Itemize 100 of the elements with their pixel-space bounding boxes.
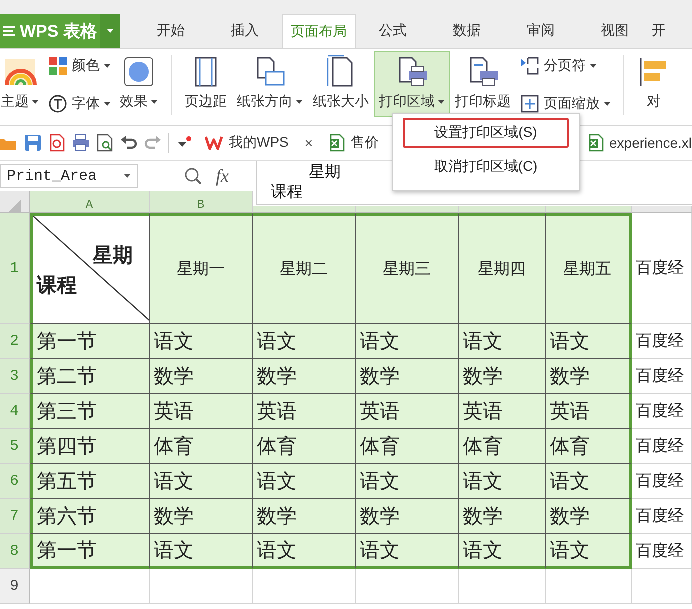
color-grid-icon <box>48 56 68 76</box>
table-cell: 星期三 <box>356 213 459 324</box>
table-cell: 英语 <box>546 394 632 429</box>
ribbon-button[interactable]: 页边距 <box>180 51 232 117</box>
table-cell: 星期五 <box>546 213 632 324</box>
app-logo-icon <box>2 24 16 38</box>
ribbon-tab[interactable]: 数据 <box>430 14 504 48</box>
table-cell: 体育 <box>546 429 632 464</box>
document-tab[interactable]: 我的WPS <box>199 129 295 157</box>
table-cell: 数学 <box>356 499 459 534</box>
table-cell: 百度经 <box>632 499 692 534</box>
table-cell: 数学 <box>253 499 356 534</box>
table-cell: 英语 <box>150 394 253 429</box>
ribbon-button[interactable]: 纸张大小 <box>308 51 374 117</box>
ribbon-tab[interactable]: 开 <box>652 14 674 48</box>
table-cell: 语文 <box>546 534 632 569</box>
table-cell: 数学 <box>150 499 253 534</box>
table-cell: 语文 <box>253 534 356 569</box>
ribbon-button[interactable]: 颜色 <box>46 54 113 78</box>
table-cell: 百度经 <box>632 534 692 569</box>
table-cell: 体育 <box>253 429 356 464</box>
w-logo-icon <box>205 135 223 151</box>
table-cell: 数学 <box>356 359 459 394</box>
table-cell: 百度经 <box>632 464 692 499</box>
table-cell: 第六节 <box>30 499 150 534</box>
table-cell: 语文 <box>150 324 253 359</box>
table-cell: 星期二 <box>253 213 356 324</box>
menu-item[interactable]: 设置打印区域(S) <box>403 118 569 148</box>
pdf-export-icon[interactable] <box>48 134 66 152</box>
table-cell: 语文 <box>253 324 356 359</box>
table-cell: 数学 <box>253 359 356 394</box>
spreadsheet-file-icon <box>329 134 346 152</box>
page-break-icon <box>520 56 540 76</box>
font-circle-icon <box>48 94 68 114</box>
ribbon-tab[interactable]: 审阅 <box>504 14 578 48</box>
formula-line: 星期 <box>308 163 341 183</box>
ribbon-button[interactable]: 主题 <box>0 51 44 117</box>
table-cell: 数学 <box>459 499 546 534</box>
table-cell: 语文 <box>356 534 459 569</box>
table-cell: 第一节 <box>30 534 150 569</box>
menu-item[interactable]: 取消打印区域(C) <box>403 152 569 182</box>
table-cell: 语文 <box>459 464 546 499</box>
document-tab[interactable]: experience.xl <box>582 129 692 157</box>
column-header[interactable]: A <box>30 191 150 213</box>
function-button[interactable]: fx <box>216 166 229 186</box>
spreadsheet-file-icon <box>588 134 604 152</box>
table-cell: 百度经 <box>632 213 692 324</box>
table-cell: 语文 <box>459 324 546 359</box>
table-cell: 语文 <box>356 324 459 359</box>
ribbon-tab[interactable]: 公式 <box>356 14 430 48</box>
table-cell: 百度经 <box>632 359 692 394</box>
print-preview-icon[interactable] <box>96 134 114 152</box>
table-cell: 第五节 <box>30 464 150 499</box>
name-box[interactable]: Print_Area <box>0 164 138 188</box>
table-cell: 语文 <box>150 534 253 569</box>
row-header[interactable]: 9 <box>0 569 30 604</box>
undo-icon[interactable] <box>120 134 138 152</box>
table-cell: 语文 <box>253 464 356 499</box>
table-cell: 语文 <box>150 464 253 499</box>
table-cell: 英语 <box>459 394 546 429</box>
ribbon-button[interactable]: 分页符 <box>518 54 613 78</box>
table-cell: 语文 <box>459 534 546 569</box>
column-header[interactable]: B <box>150 191 253 213</box>
ribbon-button[interactable]: 字体 <box>46 92 113 116</box>
table-cell: 数学 <box>150 359 253 394</box>
table-cell: 数学 <box>546 499 632 534</box>
table-cell-text: 课程 <box>37 274 77 299</box>
table-cell: 英语 <box>356 394 459 429</box>
table-cell: 百度经 <box>632 324 692 359</box>
document-tab[interactable]: 售价 <box>323 129 386 157</box>
table-cell: 百度经 <box>632 429 692 464</box>
ribbon-button[interactable]: 效果 <box>115 51 163 117</box>
table-cell: 星期四 <box>459 213 546 324</box>
table-cell: 第四节 <box>30 429 150 464</box>
caret-icon <box>106 29 114 33</box>
ribbon-tab[interactable]: 页面布局 <box>282 14 356 48</box>
save-icon[interactable] <box>24 134 42 152</box>
ribbon-button[interactable]: 对 <box>632 51 676 117</box>
circle-effect-icon <box>122 55 156 89</box>
ribbon-tab[interactable]: 插入 <box>208 14 282 48</box>
ribbon-button[interactable]: 打印区域 <box>374 51 450 117</box>
table-cell: 语文 <box>356 464 459 499</box>
formula-line: 课程 <box>271 183 303 203</box>
ribbon-tab[interactable]: 视图 <box>578 14 652 48</box>
table-cell: 数学 <box>546 359 632 394</box>
table-cell: 第一节 <box>30 324 150 359</box>
table-cell: 语文 <box>546 464 632 499</box>
table-cell: 体育 <box>459 429 546 464</box>
zoom-search-icon[interactable] <box>184 167 202 185</box>
ribbon-tab[interactable]: 开始 <box>134 14 208 48</box>
ribbon-button[interactable]: 纸张方向 <box>232 51 308 117</box>
table-cell: 体育 <box>150 429 253 464</box>
table-cell: 第三节 <box>30 394 150 429</box>
table-cell: 体育 <box>356 429 459 464</box>
table-cell: 英语 <box>253 394 356 429</box>
table-cell: 数学 <box>459 359 546 394</box>
print-icon[interactable] <box>72 134 90 152</box>
table-cell: 语文 <box>546 324 632 359</box>
redo-icon[interactable] <box>144 134 162 152</box>
table-cell: 百度经 <box>632 394 692 429</box>
